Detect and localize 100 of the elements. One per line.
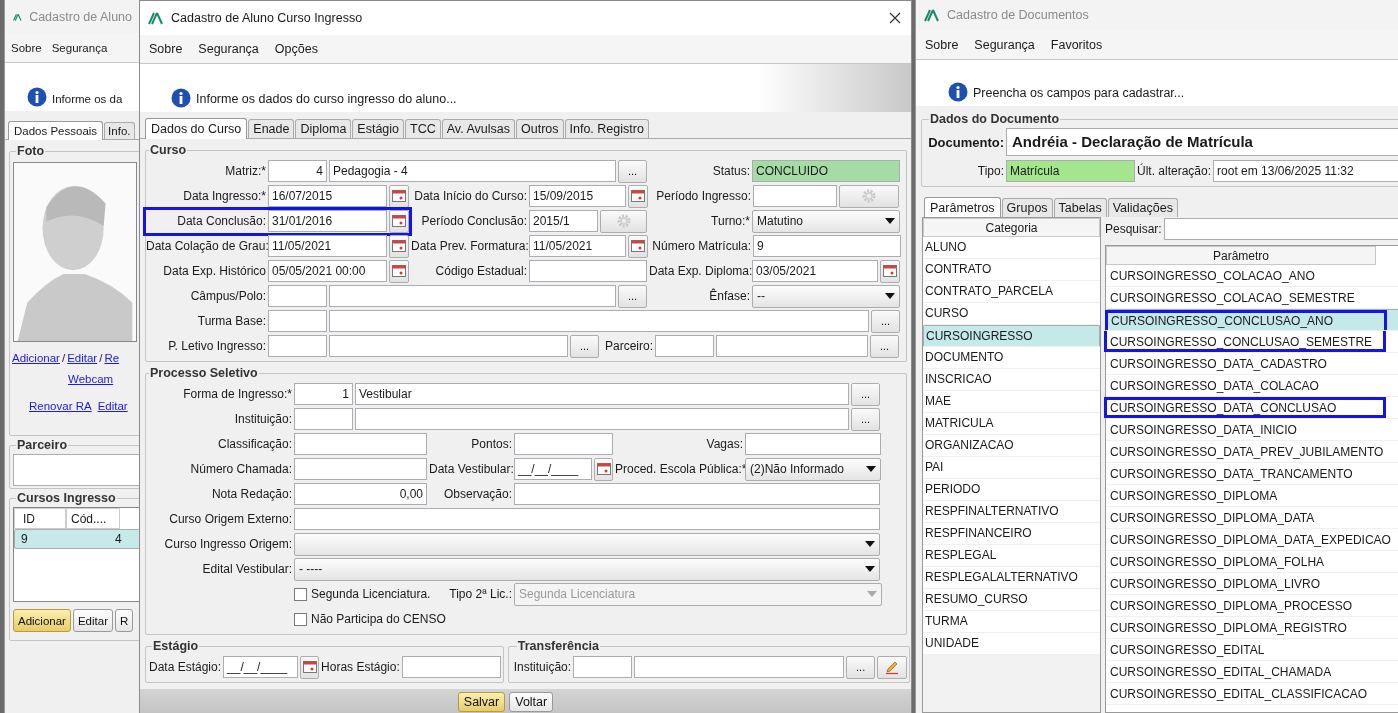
dropdown[interactable]: - ---- xyxy=(294,557,880,581)
code-field[interactable] xyxy=(268,335,327,357)
menu-item[interactable]: Segurança xyxy=(198,42,259,56)
text-field[interactable] xyxy=(13,454,140,486)
text-field[interactable] xyxy=(294,458,427,480)
parameter-item[interactable]: CURSOINGRESSO_EDITAL_CHAMADA xyxy=(1106,661,1398,683)
checkbox[interactable] xyxy=(294,587,307,601)
parameter-item[interactable]: CURSOINGRESSO_DATA_PREV_JUBILAMENTO xyxy=(1106,441,1398,463)
lookup-button[interactable]: ... xyxy=(851,407,880,431)
text-field[interactable] xyxy=(753,185,837,207)
tab[interactable]: Dados Pessoais xyxy=(8,121,104,140)
date-field[interactable]: __/__/____ xyxy=(514,458,592,480)
tab[interactable]: TCC xyxy=(405,119,441,138)
tab[interactable]: Info. xyxy=(104,122,135,139)
action-button[interactable]: R xyxy=(115,609,134,632)
parameter-item[interactable]: CURSOINGRESSO_EDITAL xyxy=(1106,639,1398,661)
date-picker-button[interactable] xyxy=(389,184,409,208)
parameter-item[interactable]: CURSOINGRESSO_DATA_TRANCAMENTO xyxy=(1106,463,1398,485)
code-field[interactable]: 1 xyxy=(294,383,353,405)
menu-item[interactable]: Sobre xyxy=(149,42,183,56)
parameter-item[interactable]: CURSOINGRESSO_COLACAO_ANO xyxy=(1106,265,1398,287)
date-field[interactable]: __/__/____ xyxy=(223,656,299,678)
menu-item[interactable]: Sobre xyxy=(11,42,42,54)
category-item[interactable]: ORGANIZACAO xyxy=(923,435,1100,457)
parameter-item[interactable]: CURSOINGRESSO_CONCLUSAO_ANO xyxy=(1106,309,1398,331)
text-field[interactable] xyxy=(401,656,501,678)
column-header[interactable]: ID xyxy=(14,508,66,529)
text-field[interactable] xyxy=(294,433,427,455)
tab[interactable]: Diploma xyxy=(295,119,352,138)
search-field[interactable] xyxy=(1163,218,1398,240)
date-picker-button[interactable] xyxy=(389,209,409,233)
menu-item[interactable]: Favoritos xyxy=(1050,37,1103,52)
link[interactable]: Editar xyxy=(97,400,128,412)
lookup-button[interactable]: ... xyxy=(846,655,876,679)
action-button[interactable]: Editar xyxy=(72,609,113,632)
name-field[interactable] xyxy=(329,285,616,307)
text-field[interactable]: 2015/1 xyxy=(529,210,598,232)
code-field[interactable] xyxy=(655,335,714,357)
date-field[interactable]: 16/07/2015 xyxy=(268,185,387,207)
column-header[interactable]: Parâmetro xyxy=(1106,246,1376,265)
category-item[interactable]: RESPLEGAL xyxy=(923,545,1100,567)
date-picker-button[interactable] xyxy=(628,184,648,208)
code-field[interactable] xyxy=(573,656,633,678)
link[interactable]: Adicionar xyxy=(12,352,60,364)
category-item[interactable]: PERIODO xyxy=(923,479,1100,501)
date-field[interactable]: 31/01/2016 xyxy=(268,210,387,232)
type-field[interactable]: Matrícula xyxy=(1006,160,1135,182)
tab[interactable]: Grupos xyxy=(1001,198,1053,217)
menu-item[interactable]: Sobre xyxy=(925,37,959,52)
link[interactable]: Renovar RA xyxy=(29,400,92,412)
parameter-item[interactable]: CURSOINGRESSO_DIPLOMA_REGISTRO xyxy=(1106,617,1398,639)
link[interactable]: Editar xyxy=(67,352,98,364)
lookup-button[interactable]: ... xyxy=(851,382,880,406)
date-field[interactable]: 03/05/2021 xyxy=(752,260,878,282)
text-field[interactable] xyxy=(514,433,613,455)
parameter-item[interactable]: CURSOINGRESSO_CONCLUSAO_SEMESTRE xyxy=(1106,331,1398,353)
date-picker-button[interactable] xyxy=(389,259,409,283)
code-field[interactable]: 4 xyxy=(268,160,327,182)
column-header[interactable]: Categoria xyxy=(923,218,1100,237)
category-item[interactable]: UNIDADE xyxy=(923,633,1100,655)
parameter-item[interactable]: CURSOINGRESSO_DATA_COLACAO xyxy=(1106,375,1398,397)
lookup-button[interactable]: ... xyxy=(618,159,647,183)
category-item[interactable]: RESPFINANCEIRO xyxy=(923,523,1100,545)
parameter-item[interactable]: CURSOINGRESSO_DATA_CADASTRO xyxy=(1106,353,1398,375)
category-item[interactable]: DOCUMENTO xyxy=(923,347,1100,369)
tab[interactable]: Outros xyxy=(516,119,564,138)
name-field[interactable] xyxy=(355,408,849,430)
action-button[interactable]: Voltar xyxy=(509,692,554,712)
text-field[interactable] xyxy=(514,483,880,505)
code-field[interactable] xyxy=(268,310,327,332)
category-item[interactable]: CONTRATO xyxy=(923,259,1100,281)
text-field[interactable] xyxy=(745,433,881,455)
lookup-button[interactable]: ... xyxy=(570,334,599,358)
menu-item[interactable]: Segurança xyxy=(51,42,108,54)
lookup-button[interactable]: ... xyxy=(618,284,647,308)
date-picker-button[interactable] xyxy=(628,234,648,258)
lookup-button[interactable]: ... xyxy=(871,309,900,333)
category-item[interactable]: CURSO xyxy=(923,303,1100,325)
date-picker-button[interactable] xyxy=(880,259,900,283)
date-field[interactable]: 05/05/2021 00:00 xyxy=(268,260,387,282)
date-field[interactable]: 15/09/2015 xyxy=(529,185,626,207)
parameter-item[interactable]: CURSOINGRESSO_EDITAL_CLASSIFICACAO xyxy=(1106,683,1398,705)
parameter-item[interactable]: CURSOINGRESSO_DATA_CONCLUSAO xyxy=(1106,397,1398,419)
dropdown[interactable]: -- xyxy=(752,284,900,308)
name-field[interactable] xyxy=(329,310,869,332)
number-field[interactable]: 0,00 xyxy=(294,483,427,505)
checkbox[interactable] xyxy=(294,612,307,626)
status-field[interactable]: CONCLUIDO xyxy=(752,160,900,182)
text-field[interactable] xyxy=(529,260,647,282)
menu-item[interactable]: Segurança xyxy=(974,37,1035,52)
tab[interactable]: Estágio xyxy=(352,119,405,138)
text-field[interactable] xyxy=(294,508,880,530)
category-item[interactable]: RESPLEGALALTERNATIVO xyxy=(923,567,1100,589)
action-button[interactable]: Adicionar xyxy=(13,609,71,632)
tab[interactable]: Enade xyxy=(248,119,295,138)
tab[interactable]: Dados do Curso xyxy=(145,118,248,139)
name-field[interactable]: Pedagogia - 4 xyxy=(329,160,616,182)
document-name-field[interactable]: Andréia - Declaração de Matrícula xyxy=(1006,128,1398,156)
date-field[interactable]: 11/05/2021 xyxy=(268,235,387,257)
text-field[interactable]: 9 xyxy=(753,235,901,257)
